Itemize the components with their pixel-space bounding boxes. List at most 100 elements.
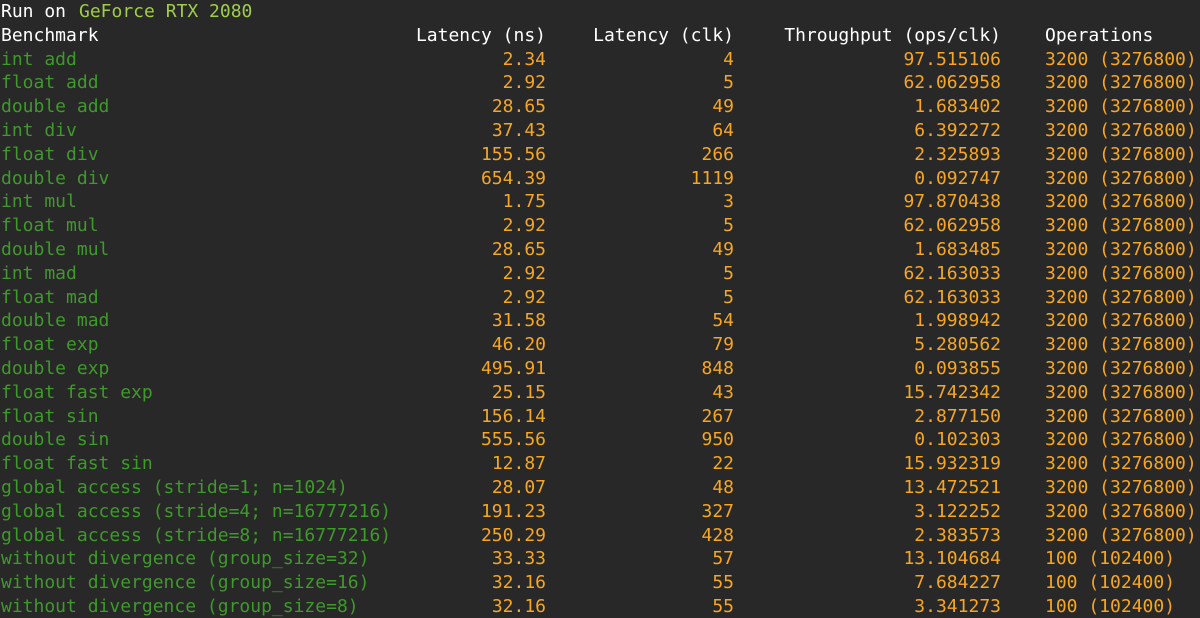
operations-value: 3200 (3276800)	[1045, 357, 1197, 379]
latency-ns-value: 28.65	[491, 96, 546, 118]
operations-value: 3200 (3276800)	[1045, 48, 1197, 70]
benchmark-name: float sin	[1, 405, 99, 427]
benchmark-name: without divergence (group_size=32)	[1, 548, 370, 570]
table-row: int div 37.43 64 6.392272 3200 (3276800)	[0, 119, 1200, 143]
latency-clk-value: 22	[712, 453, 734, 475]
throughput-value: 6.392272	[914, 119, 1001, 141]
latency-ns-value: 156.14	[480, 405, 546, 427]
latency-ns-value: 28.65	[491, 238, 546, 260]
benchmark-name: global access (stride=1; n=1024)	[1, 476, 348, 498]
benchmark-name: float add	[1, 72, 99, 94]
throughput-value: 0.093855	[914, 357, 1001, 379]
operations-value: 3200 (3276800)	[1045, 96, 1197, 118]
benchmark-name: float fast sin	[1, 453, 153, 475]
benchmark-name: int div	[1, 119, 77, 141]
latency-clk-value: 43	[712, 381, 734, 403]
operations-value: 3200 (3276800)	[1045, 286, 1197, 308]
latency-ns-value: 31.58	[491, 310, 546, 332]
throughput-value: 2.325893	[914, 143, 1001, 165]
operations-value: 100 (102400)	[1045, 595, 1176, 617]
operations-value: 3200 (3276800)	[1045, 238, 1197, 260]
latency-clk-value: 55	[712, 572, 734, 594]
benchmark-name: double mad	[1, 310, 110, 332]
operations-value: 3200 (3276800)	[1045, 476, 1197, 498]
operations-value: 3200 (3276800)	[1045, 334, 1197, 356]
throughput-value: 3.122252	[914, 500, 1001, 522]
table-row: float mad 2.92 5 62.163033 3200 (3276800)	[0, 286, 1200, 310]
table-row: double mul 28.65 49 1.683485 3200 (3276800)	[0, 238, 1200, 262]
terminal-window: Run on GeForce RTX 2080 Benchmark Latenc…	[0, 0, 1200, 618]
latency-ns-value: 654.39	[480, 167, 546, 189]
operations-value: 3200 (3276800)	[1045, 500, 1197, 522]
latency-clk-value: 4	[723, 48, 734, 70]
table-row: int mul 1.75 3 97.870438 3200 (3276800)	[0, 190, 1200, 214]
throughput-value: 1.683485	[914, 238, 1001, 260]
column-header-operations: Operations	[1045, 24, 1154, 46]
table-row: global access (stride=4; n=16777216) 191.…	[0, 500, 1200, 524]
table-row: int mad 2.92 5 62.163033 3200 (3276800)	[0, 262, 1200, 286]
table-row: without divergence (group_size=32) 33.33 5…	[0, 547, 1200, 571]
latency-ns-value: 191.23	[480, 500, 546, 522]
operations-value: 3200 (3276800)	[1045, 524, 1197, 546]
latency-ns-value: 2.92	[502, 286, 546, 308]
run-header-line: Run on GeForce RTX 2080	[0, 0, 1200, 24]
latency-clk-value: 267	[701, 405, 734, 427]
throughput-value: 13.104684	[903, 548, 1001, 570]
table-row: global access (stride=8; n=16777216) 250.…	[0, 524, 1200, 548]
throughput-value: 97.515106	[903, 48, 1001, 70]
latency-clk-value: 5	[723, 262, 734, 284]
operations-value: 100 (102400)	[1045, 548, 1176, 570]
latency-ns-value: 2.92	[502, 72, 546, 94]
table-row: global access (stride=1; n=1024) 28.07 48 1…	[0, 476, 1200, 500]
throughput-value: 1.683402	[914, 96, 1001, 118]
column-header-latency-ns: Latency (ns)	[415, 24, 546, 46]
table-row: double mad 31.58 54 1.998942 3200 (3276800)	[0, 309, 1200, 333]
throughput-value: 97.870438	[903, 191, 1001, 213]
benchmark-name: int mad	[1, 262, 77, 284]
table-row: float add 2.92 5 62.062958 3200 (3276800)	[0, 71, 1200, 95]
throughput-value: 0.092747	[914, 167, 1001, 189]
throughput-value: 5.280562	[914, 334, 1001, 356]
table-row: double exp 495.91 848 0.093855 3200 (3276800…	[0, 357, 1200, 381]
throughput-value: 62.062958	[903, 215, 1001, 237]
latency-clk-value: 428	[701, 524, 734, 546]
gpu-name-text: GeForce RTX 2080	[79, 1, 253, 22]
throughput-value: 15.742342	[903, 381, 1001, 403]
operations-value: 3200 (3276800)	[1045, 72, 1197, 94]
benchmark-name: global access (stride=8; n=16777216)	[1, 524, 392, 546]
latency-clk-value: 54	[712, 310, 734, 332]
operations-value: 3200 (3276800)	[1045, 405, 1197, 427]
benchmark-name: float mad	[1, 286, 99, 308]
latency-clk-value: 5	[723, 286, 734, 308]
latency-ns-value: 2.92	[502, 215, 546, 237]
throughput-value: 0.102303	[914, 429, 1001, 451]
benchmark-name: double add	[1, 96, 110, 118]
operations-value: 3200 (3276800)	[1045, 167, 1197, 189]
operations-value: 3200 (3276800)	[1045, 381, 1197, 403]
table-row: float fast sin 12.87 22 15.932319 3200 (3276…	[0, 452, 1200, 476]
benchmark-name: int add	[1, 48, 77, 70]
operations-value: 3200 (3276800)	[1045, 215, 1197, 237]
latency-clk-value: 3	[723, 191, 734, 213]
benchmark-name: double div	[1, 167, 110, 189]
column-header-row: Benchmark Latency (ns) Latency (clk) Thr…	[0, 24, 1200, 48]
throughput-value: 7.684227	[914, 572, 1001, 594]
latency-ns-value: 555.56	[480, 429, 546, 451]
table-row: double sin 555.56 950 0.102303 3200 (3276800…	[0, 428, 1200, 452]
latency-clk-value: 57	[712, 548, 734, 570]
table-row: float sin 156.14 267 2.877150 3200 (3276800)	[0, 405, 1200, 429]
latency-ns-value: 33.33	[491, 548, 546, 570]
latency-clk-value: 49	[712, 96, 734, 118]
latency-clk-value: 5	[723, 72, 734, 94]
throughput-value: 62.163033	[903, 286, 1001, 308]
latency-clk-value: 848	[701, 357, 734, 379]
throughput-value: 15.932319	[903, 453, 1001, 475]
benchmark-name: float div	[1, 143, 99, 165]
throughput-value: 62.062958	[903, 72, 1001, 94]
run-prefix-text: Run on	[1, 1, 67, 22]
benchmark-results-table: int add 2.34 4 97.515106 3200 (3276800) float…	[0, 48, 1200, 618]
operations-value: 3200 (3276800)	[1045, 310, 1197, 332]
latency-ns-value: 495.91	[480, 357, 546, 379]
latency-clk-value: 64	[712, 119, 734, 141]
operations-value: 100 (102400)	[1045, 572, 1176, 594]
